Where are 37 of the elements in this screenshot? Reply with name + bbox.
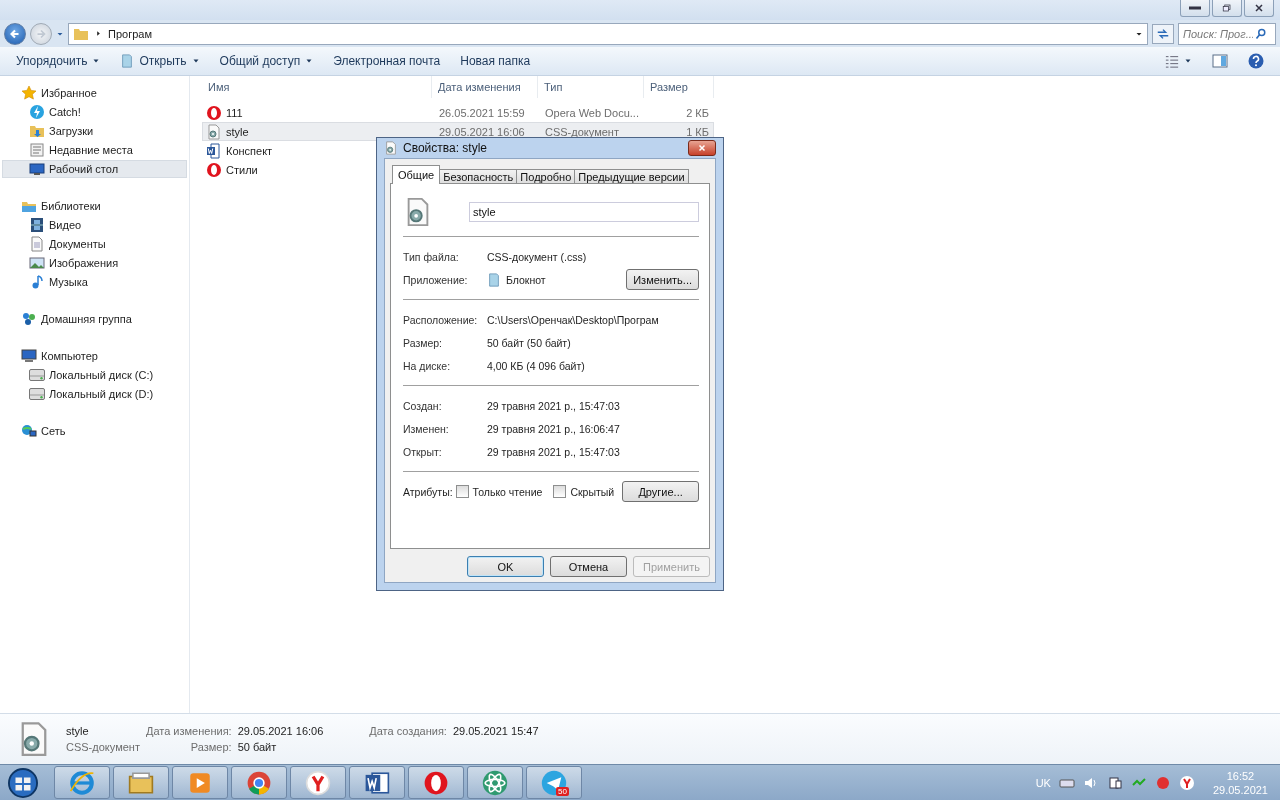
- field-label: Создан:: [403, 399, 443, 412]
- notification-badge: 50: [556, 787, 569, 796]
- field-value: CSS-документ (.css): [487, 250, 587, 263]
- field-value: Блокнот: [506, 273, 546, 286]
- table-cell-text: Opera Web Docu...: [544, 106, 640, 119]
- file-name: style: [66, 725, 90, 738]
- field-value: 29 травня 2021 р., 15:47:03: [487, 445, 620, 458]
- file-name: Конспект: [226, 144, 273, 157]
- field-value: 50 байт (50 байт): [487, 336, 571, 349]
- field-label: Дата изменения:: [145, 725, 232, 738]
- field-label: На диске:: [403, 359, 452, 372]
- table-cell-text: 1 КБ: [685, 125, 710, 138]
- table-cell-text: CSS-документ: [544, 125, 620, 138]
- file-type: CSS-документ: [66, 741, 140, 754]
- field-label: Дата создания:: [368, 725, 447, 738]
- file-name: Стили: [226, 163, 258, 176]
- attributes-label: Атрибуты:: [403, 485, 453, 498]
- file-name: style: [226, 125, 249, 138]
- table-cell-text: 26.05.2021 15:59: [438, 106, 526, 119]
- field-label: Размер:: [403, 336, 443, 349]
- field-value: 29 травня 2021 р., 16:06:47: [487, 422, 620, 435]
- field-label: Тип файла:: [403, 250, 460, 263]
- field-value: C:\Users\Оренчак\Desktop\Програм: [487, 313, 659, 326]
- field-value: 29.05.2021 15:47: [452, 725, 539, 738]
- field-label: Открыт:: [403, 445, 443, 458]
- field-label: Приложение:: [403, 273, 469, 286]
- field-label: Расположение:: [403, 313, 479, 326]
- field-label: Размер:: [189, 741, 232, 754]
- field-value: 29 травня 2021 р., 15:47:03: [487, 399, 620, 412]
- field-label: Изменен:: [403, 422, 450, 435]
- dialog-title: Свойства: style: [403, 141, 488, 155]
- table-cell-text: 2 КБ: [685, 106, 710, 119]
- file-name: 111: [226, 106, 243, 119]
- field-value: 29.05.2021 16:06: [237, 725, 324, 738]
- field-value: 4,00 КБ (4 096 байт): [487, 359, 585, 372]
- table-cell-text: 29.05.2021 16:06: [438, 125, 526, 138]
- field-value: 50 байт: [237, 741, 278, 754]
